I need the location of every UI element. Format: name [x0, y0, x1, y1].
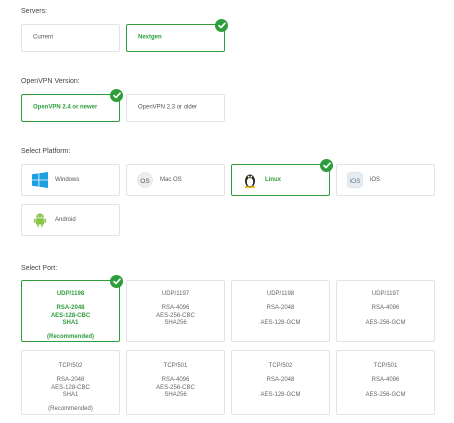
port-cipher — [232, 385, 329, 392]
selected-check-icon — [320, 159, 333, 172]
platform-option-label: Android — [55, 217, 76, 223]
port-cipher: SHA1 — [62, 319, 79, 326]
android-icon — [32, 212, 48, 228]
platform-option-label: Linux — [265, 177, 281, 183]
port-recommended-note: (Recommended) — [48, 406, 93, 413]
port-cipher: AES-256-GCM — [365, 391, 406, 398]
server-option-label: Nextgen — [138, 34, 162, 41]
port-option-tcp-502-gcm[interactable]: TCP/502 RSA-2048 AES-128-GCM — [231, 350, 330, 415]
port-option-tcp-501-gcm[interactable]: TCP/501 RSA-4096 AES-256-GCM — [336, 350, 435, 415]
openvpn-option-2-4[interactable]: OpenVPN 2.4 or newer — [21, 94, 120, 122]
svg-text:iOS: iOS — [350, 178, 362, 185]
platform-option-linux[interactable]: Linux — [231, 164, 330, 196]
platform-option-macos[interactable]: OS Mac OS — [126, 164, 225, 196]
platform-option-ios[interactable]: iOS iOS — [336, 164, 435, 196]
port-cipher: AES-256-CBC — [156, 384, 195, 391]
port-cipher: RSA-4096 — [161, 305, 190, 312]
platform-option-android[interactable]: Android — [21, 204, 120, 236]
port-cipher: AES-256-GCM — [365, 319, 406, 326]
port-option-tcp-501-cbc[interactable]: TCP/501 RSA-4096 AES-256-CBC SHA256 — [126, 350, 225, 415]
macos-icon: OS — [137, 172, 153, 188]
server-option-current[interactable]: Current — [21, 24, 120, 52]
port-protocol: TCP/501 — [373, 363, 398, 369]
port-option-udp-1198-gcm[interactable]: UDP/1198 RSA-2048 AES-128-GCM — [231, 280, 330, 342]
port-label: Select Port: — [21, 265, 58, 272]
port-cipher: SHA1 — [62, 391, 79, 398]
port-protocol: TCP/502 — [268, 363, 293, 369]
port-protocol: UDP/1197 — [371, 291, 400, 297]
port-option-tcp-502-cbc[interactable]: TCP/502 RSA-2048 AES-128-CBC SHA1 (Recom… — [21, 350, 120, 415]
openvpn-option-label: OpenVPN 2.3 or older — [138, 104, 198, 111]
port-protocol: TCP/502 — [58, 363, 83, 369]
port-cipher: RSA-2048 — [266, 377, 295, 384]
port-cipher: AES-128-GCM — [260, 391, 301, 398]
port-cipher: AES-128-GCM — [260, 319, 301, 326]
port-cipher — [337, 313, 434, 320]
platform-label: Select Platform: — [21, 148, 71, 155]
openvpn-option-label: OpenVPN 2.4 or newer — [33, 104, 98, 111]
port-cipher: RSA-4096 — [161, 377, 190, 384]
platform-option-label: iOS — [370, 177, 381, 183]
port-cipher: RSA-4096 — [371, 377, 400, 384]
port-cipher — [232, 313, 329, 320]
openvpn-config-generator: Servers: Current Nextgen OpenVPN Version… — [0, 0, 454, 423]
servers-label: Servers: — [21, 8, 48, 15]
port-protocol: UDP/1198 — [56, 291, 85, 297]
server-option-label: Current — [33, 34, 54, 41]
selected-check-icon — [215, 19, 228, 32]
selected-check-icon — [110, 275, 123, 288]
port-cipher: AES-256-CBC — [156, 312, 195, 319]
server-option-nextgen[interactable]: Nextgen — [126, 24, 225, 52]
port-protocol: UDP/1197 — [161, 291, 190, 297]
port-cipher — [337, 385, 434, 392]
port-cipher: SHA256 — [164, 391, 187, 398]
port-cipher: RSA-2048 — [56, 305, 85, 312]
port-cipher: RSA-2048 — [266, 305, 295, 312]
platform-option-label: Windows — [55, 177, 80, 183]
openvpn-option-2-3[interactable]: OpenVPN 2.3 or older — [126, 94, 225, 122]
windows-icon — [32, 172, 48, 188]
ios-icon: iOS — [347, 172, 363, 188]
port-recommended-note: (Recommended) — [46, 334, 94, 341]
port-option-udp-1197-gcm[interactable]: UDP/1197 RSA-4096 AES-256-GCM — [336, 280, 435, 342]
port-cipher: AES-128-CBC — [50, 312, 91, 319]
selected-check-icon — [110, 89, 123, 102]
port-protocol: TCP/501 — [163, 363, 188, 369]
platform-option-label: Mac OS — [160, 177, 182, 183]
openvpn-version-label: OpenVPN Version: — [21, 78, 80, 85]
port-protocol: UDP/1198 — [266, 291, 295, 297]
svg-text:OS: OS — [140, 178, 150, 185]
port-cipher: RSA-4096 — [371, 305, 400, 312]
port-cipher: SHA256 — [164, 319, 187, 326]
platform-option-windows[interactable]: Windows — [21, 164, 120, 196]
port-cipher: AES-128-CBC — [51, 384, 90, 391]
port-option-udp-1198-cbc[interactable]: UDP/1198 RSA-2048 AES-128-CBC SHA1 (Reco… — [21, 280, 120, 342]
port-option-udp-1197-cbc[interactable]: UDP/1197 RSA-4096 AES-256-CBC SHA256 — [126, 280, 225, 342]
linux-icon — [242, 172, 258, 188]
port-cipher: RSA-2048 — [56, 377, 85, 384]
